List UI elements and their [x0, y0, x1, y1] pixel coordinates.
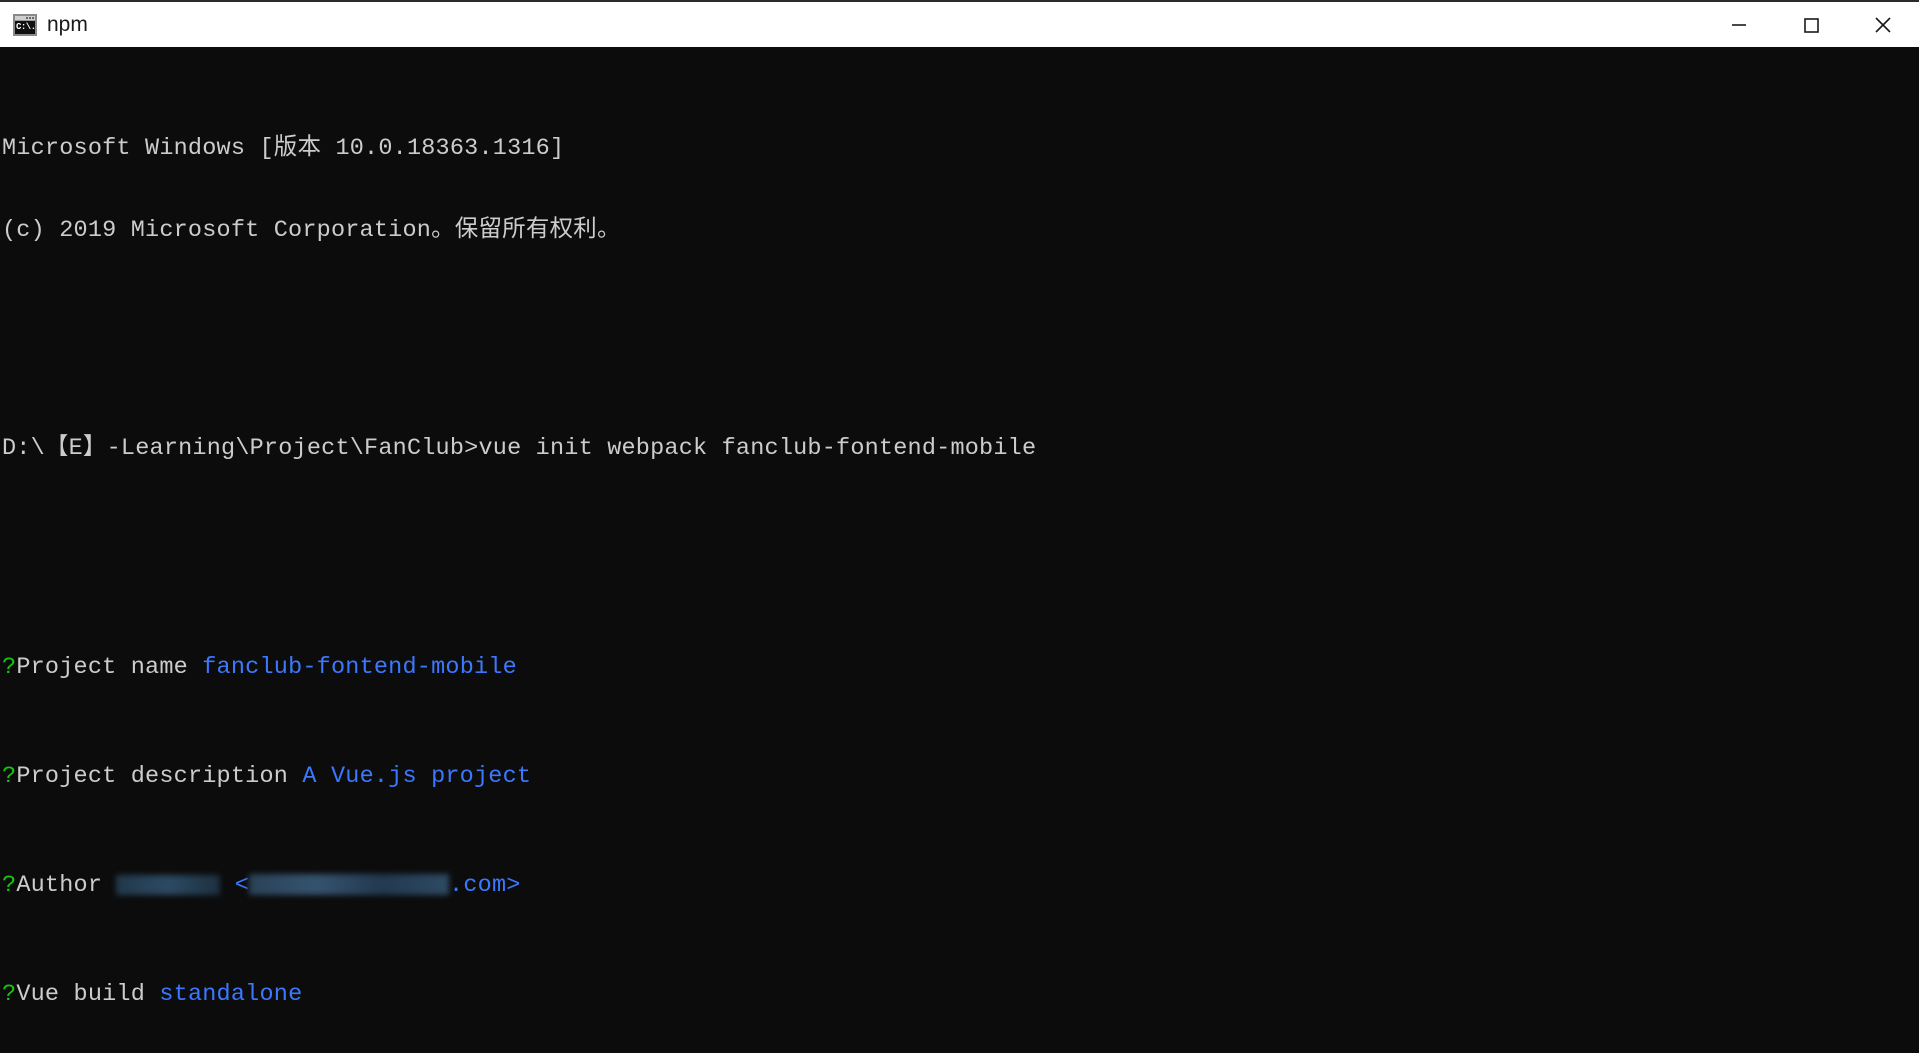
question-marker: ? [2, 762, 17, 790]
author-email-suffix: .com> [449, 871, 521, 899]
maximize-icon [1804, 17, 1819, 33]
question-project-name: ?Project name fanclub-fontend-mobile [2, 654, 1919, 681]
question-marker: ? [2, 871, 17, 899]
question-vue-build: ?Vue build standalone [2, 981, 1919, 1008]
question-label: Project description [16, 762, 303, 790]
close-icon [1875, 16, 1891, 33]
titlebar-left-group: C:\. npm [0, 13, 88, 37]
minimize-icon [1732, 23, 1746, 26]
question-project-description: ?Project description A Vue.js project [2, 763, 1919, 790]
question-label: Project name [16, 653, 203, 681]
console-output[interactable]: Microsoft Windows [版本 10.0.18363.1316] (… [0, 47, 1919, 1053]
cmd-console-icon: C:\. [13, 13, 37, 36]
question-value: fanclub-fontend-mobile [202, 653, 517, 681]
question-label: Vue build [16, 981, 160, 1009]
maximize-button[interactable] [1775, 2, 1847, 47]
copyright-text: (c) 2019 Microsoft Corporation。保留所有权利。 [2, 216, 621, 244]
question-label: Author [16, 871, 117, 899]
question-author: ?Author < .com> [2, 872, 1919, 899]
prompt-command: vue init webpack fanclub-fontend-mobile [478, 435, 1037, 463]
redacted-author-name [116, 874, 221, 895]
window-titlebar: C:\. npm [0, 0, 1919, 47]
console-line-os-version: Microsoft Windows [版本 10.0.18363.1316] [2, 135, 1919, 162]
question-marker: ? [2, 981, 17, 1009]
console-line-copyright: (c) 2019 Microsoft Corporation。保留所有权利。 [2, 217, 1919, 244]
console-line-prompt: D:\【E】-Learning\Project\FanClub>vue init… [2, 435, 1919, 462]
question-value: A Vue.js project [302, 762, 532, 790]
window-title: npm [47, 12, 88, 36]
question-marker: ? [2, 653, 17, 681]
question-value: standalone [159, 981, 303, 1009]
redacted-author-email [249, 873, 450, 895]
minimize-button[interactable] [1703, 2, 1775, 47]
prompt-path: D:\【E】-Learning\Project\FanClub> [2, 435, 479, 463]
author-email-open: < [220, 871, 250, 899]
os-version-text: Microsoft Windows [版本 10.0.18363.1316] [2, 134, 565, 162]
window-controls [1703, 2, 1919, 47]
close-button[interactable] [1847, 2, 1919, 47]
cmd-window: C:\. npm Microsoft Windows [版本 10.0.1836… [0, 0, 1919, 1053]
cmd-icon-screen: C:\. [15, 20, 36, 34]
